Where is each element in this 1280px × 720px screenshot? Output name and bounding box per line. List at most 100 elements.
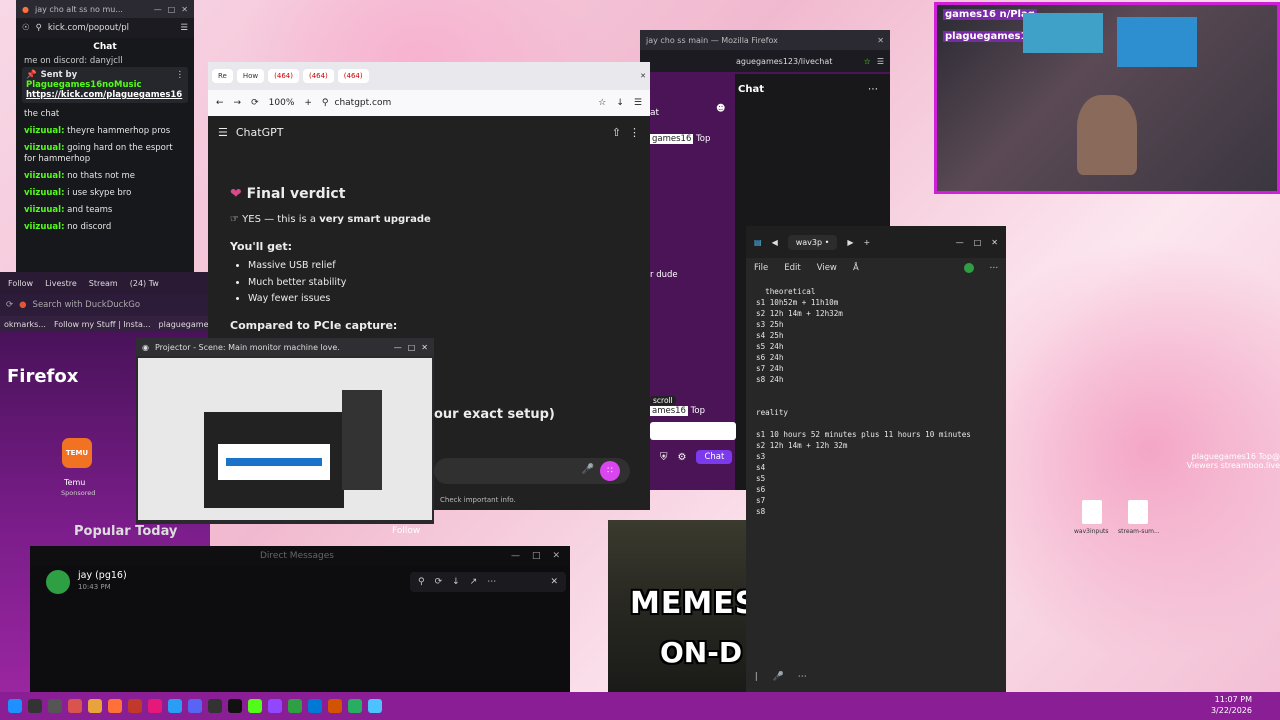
maximize-icon[interactable]: □	[408, 343, 416, 352]
menu-icon[interactable]: ☰	[180, 23, 188, 33]
next-tab-icon[interactable]: ▶	[847, 238, 853, 247]
app-icon[interactable]	[128, 699, 142, 713]
bookmark-item[interactable]: Follow my Stuff | Insta...	[54, 320, 151, 329]
obs-icon[interactable]	[228, 699, 242, 713]
notepad-icon[interactable]	[368, 699, 382, 713]
app-icon[interactable]	[348, 699, 362, 713]
back-icon[interactable]: ←	[216, 98, 224, 108]
pinned-user[interactable]: Plaguegames16noMusic	[26, 80, 184, 90]
maximize-icon[interactable]: □	[974, 238, 982, 247]
prompt-input[interactable]: 🎤 ∷	[434, 458, 630, 484]
kick-icon[interactable]	[248, 699, 262, 713]
system-clock[interactable]: 11:07 PM 3/22/2026	[1211, 694, 1252, 716]
new-tab-icon[interactable]: +	[864, 238, 871, 247]
rotate-icon[interactable]: ⟳	[435, 577, 443, 587]
follow-button[interactable]: Follow	[392, 526, 420, 536]
model-selector[interactable]: ChatGPT	[236, 126, 284, 139]
kick-tab-title[interactable]: jay cho alt ss no mu...	[35, 5, 123, 14]
tab-follow[interactable]: Follow	[4, 277, 37, 290]
extensions-icon[interactable]: ☰	[634, 98, 642, 108]
tab-twitch[interactable]: (24) Tw	[126, 277, 163, 290]
close-icon[interactable]: ✕	[877, 36, 884, 45]
scroll-button[interactable]: scroll	[650, 396, 676, 405]
search-icon[interactable]	[28, 699, 42, 713]
bookmark-star-icon[interactable]: ☆	[864, 57, 871, 66]
sidebar-toggle-icon[interactable]: ☰	[218, 126, 228, 139]
discord-user-name[interactable]: jay (pg16)	[78, 570, 127, 581]
tab-item[interactable]: How	[236, 69, 265, 83]
forward-icon[interactable]: →	[234, 98, 242, 108]
minimize-icon[interactable]: —	[511, 551, 520, 561]
search-input[interactable]: Search with DuckDuckGo	[33, 300, 140, 310]
pinned-link[interactable]: https://kick.com/plaguegames16	[26, 90, 184, 100]
close-icon[interactable]: ✕	[421, 343, 428, 352]
tab-item[interactable]: (464)	[337, 69, 369, 83]
file-icon[interactable]	[1082, 500, 1102, 524]
urlbar[interactable]: ⚲ chatgpt.com	[322, 98, 588, 108]
close-icon[interactable]: ✕	[552, 551, 560, 561]
microphone-icon[interactable]: 🎤	[773, 672, 784, 682]
prev-tab-icon[interactable]: ◀	[772, 238, 778, 247]
users-icon[interactable]: ☻	[716, 104, 725, 114]
tab-item[interactable]: (464)	[302, 69, 334, 83]
zoom-level[interactable]: 100%	[269, 98, 295, 108]
more-options-icon[interactable]: ⋮	[629, 126, 640, 139]
tab-item[interactable]: (464)	[268, 69, 299, 83]
bookmark-item[interactable]: plaguegames16	[159, 320, 210, 329]
store-icon[interactable]	[308, 699, 322, 713]
temu-shortcut[interactable]: TEMU	[62, 438, 92, 468]
file-icon[interactable]	[1128, 500, 1148, 524]
start-icon[interactable]	[8, 699, 22, 713]
task-view-icon[interactable]	[48, 699, 62, 713]
zoom-icon[interactable]: ⚲	[418, 577, 425, 587]
notepad-tab[interactable]: wav3p •	[787, 234, 838, 250]
format-icon[interactable]: Å	[853, 263, 859, 273]
notepad-content[interactable]: theoretical s1 10h52m + 11h10m s2 12h 14…	[746, 278, 1006, 525]
mid-url[interactable]: aguegames123/livechat	[736, 57, 832, 66]
reload-icon[interactable]: ⟳	[251, 98, 259, 108]
kick-urlbar[interactable]: ☉ ⚲ kick.com/popout/pl ☰	[16, 18, 194, 38]
share-icon[interactable]: ⇧	[612, 126, 621, 139]
app-icon[interactable]	[288, 699, 302, 713]
open-external-icon[interactable]: ↗	[470, 577, 478, 587]
tab-livestream[interactable]: Livestre	[41, 277, 81, 290]
menu-view[interactable]: View	[817, 263, 837, 273]
pinned-options-icon[interactable]: ⋮	[176, 70, 185, 80]
close-icon[interactable]: ✕	[991, 238, 998, 247]
menu-file[interactable]: File	[754, 263, 768, 273]
tab-stream[interactable]: Stream	[85, 277, 122, 290]
url-text[interactable]: chatgpt.com	[335, 98, 392, 108]
close-icon[interactable]: ✕	[181, 5, 188, 14]
bookmark-item[interactable]: okmarks...	[4, 320, 46, 329]
desktop-icon-label[interactable]: wav3inputs	[1074, 528, 1109, 535]
avatar[interactable]	[46, 570, 70, 594]
shield-icon[interactable]: ⛨	[660, 452, 668, 463]
kick-url[interactable]: kick.com/popout/pl	[48, 23, 129, 33]
new-tab-icon[interactable]: +	[304, 98, 312, 108]
voice-mode-button[interactable]: ∷	[600, 461, 620, 481]
more-options-icon[interactable]: ⋯	[868, 84, 878, 95]
copilot-icon[interactable]	[963, 263, 974, 273]
downloads-icon[interactable]: ↓	[616, 98, 624, 108]
app-icon[interactable]	[208, 699, 222, 713]
gear-icon[interactable]: ⚙	[678, 452, 687, 463]
mid-urlbar[interactable]: aguegames123/livechat ☆ ☰	[640, 50, 890, 72]
firefox-icon[interactable]	[108, 699, 122, 713]
reload-icon[interactable]: ⟳	[6, 300, 13, 310]
menu-edit[interactable]: Edit	[784, 263, 800, 273]
more-options-icon[interactable]: ⋯	[798, 672, 807, 682]
twitch-icon[interactable]	[268, 699, 282, 713]
menu-icon[interactable]: ☰	[877, 57, 884, 66]
minimize-icon[interactable]: —	[154, 5, 162, 14]
edge-icon[interactable]	[168, 699, 182, 713]
app-icon[interactable]	[148, 699, 162, 713]
chat-input[interactable]	[650, 422, 736, 440]
chat-send-button[interactable]: Chat	[696, 450, 733, 464]
bookmark-star-icon[interactable]: ☆	[598, 98, 606, 108]
search-bar[interactable]: ⟳ ● Search with DuckDuckGo	[0, 294, 210, 316]
more-options-icon[interactable]: ⋯	[487, 577, 496, 587]
minimize-icon[interactable]: —	[394, 343, 402, 352]
tab-item[interactable]: Re	[212, 69, 233, 83]
app-icon[interactable]	[68, 699, 82, 713]
app-icon[interactable]	[328, 699, 342, 713]
